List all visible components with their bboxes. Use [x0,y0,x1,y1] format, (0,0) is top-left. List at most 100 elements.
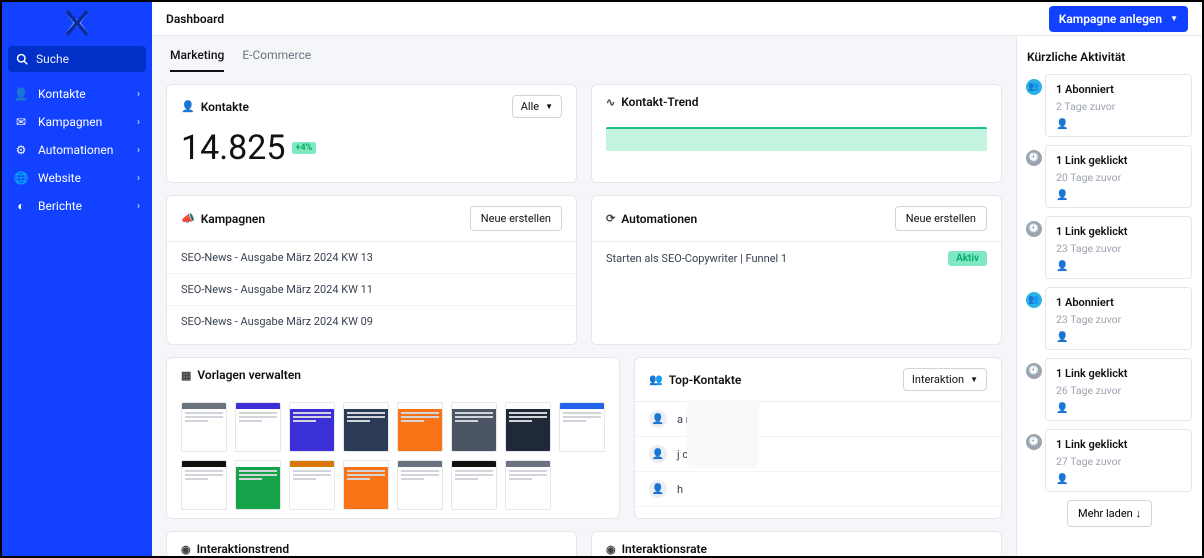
campaign-row[interactable]: SEO-News - Ausgabe März 2024 KW 13 [167,242,576,274]
chart-icon: ◐ [14,199,28,213]
template-thumbnail[interactable] [397,460,443,510]
activity-title: 1 Link geklickt [1056,438,1181,451]
activity-user-icon: 👤 [1056,332,1181,343]
activity-item[interactable]: 🕘1 Link geklickt27 Tage zuvor👤 [1045,429,1192,492]
main: Marketing E-Commerce 👤Kontakte Alle▼ 14.… [152,36,1202,556]
templates-card: ▦Vorlagen verwalten [166,357,620,519]
sidebar-item-berichte[interactable]: ◐Berichte› [2,192,152,220]
activity-title: 1 Abonniert [1056,83,1181,96]
grid-icon: ▦ [181,369,191,382]
campaign-row[interactable]: SEO-News - Ausgabe März 2024 KW 09 [167,306,576,337]
activity-item[interactable]: 🕘1 Link geklickt26 Tage zuvor👤 [1045,358,1192,421]
content: Marketing E-Commerce 👤Kontakte Alle▼ 14.… [152,36,1016,556]
activity-list: 👥1 Abonniert2 Tage zuvor👤 🕘1 Link geklick… [1045,74,1192,492]
activity-item[interactable]: 🕘1 Link geklickt20 Tage zuvor👤 [1045,145,1192,208]
template-thumbnail[interactable] [505,402,551,452]
subscribe-icon: 👥 [1026,292,1042,308]
click-icon: 🕘 [1026,150,1042,166]
search-input[interactable]: Suche [8,46,146,72]
avatar: 👤 [649,480,667,498]
activity-title: 1 Link geklickt [1056,367,1181,380]
tab-ecommerce[interactable]: E-Commerce [242,48,311,72]
topcontacts-title: Top-Kontakte [669,373,742,387]
caret-down-icon: ▼ [545,102,553,111]
sidebar-item-kampagnen[interactable]: ✉Kampagnen› [2,108,152,136]
inter-trend-title: Interaktionstrend [197,542,290,556]
new-campaign-button[interactable]: Neue erstellen [470,206,562,231]
arrow-down-icon: ↓ [1135,507,1141,520]
template-thumbnail[interactable] [505,460,551,510]
templates-grid [167,392,619,518]
template-thumbnail[interactable] [235,402,281,452]
contact-email: h [677,483,683,496]
click-icon: 🕘 [1026,363,1042,379]
activity-time: 23 Tage zuvor [1056,313,1181,326]
tab-marketing[interactable]: Marketing [170,48,224,72]
activity-item[interactable]: 🕘1 Link geklickt23 Tage zuvor👤 [1045,216,1192,279]
automations-card: ⟳Automationen Neue erstellen Starten als… [591,195,1002,345]
create-campaign-label: Kampagne anlegen [1059,12,1162,26]
automation-row[interactable]: Starten als SEO-Copywriter | Funnel 1 Ak… [592,242,1001,275]
template-thumbnail[interactable] [181,460,227,510]
activity-time: 20 Tage zuvor [1056,171,1181,184]
eye-icon: ◉ [181,543,191,556]
header: Dashboard Kampagne anlegen ▼ [152,2,1202,36]
activity-item[interactable]: 👥1 Abonniert2 Tage zuvor👤 [1045,74,1192,137]
create-campaign-button[interactable]: Kampagne anlegen ▼ [1049,6,1188,32]
interaction-trend-card: ◉ Interaktionstrend [166,531,577,556]
subscribe-icon: 👥 [1026,79,1042,95]
load-more-button[interactable]: Mehr laden ↓ [1067,500,1152,527]
redaction-overlay [687,400,759,468]
interaction-rate-card: ◉Interaktionsrate 78% [591,531,1002,556]
template-thumbnail[interactable] [289,402,335,452]
activity-time: 27 Tage zuvor [1056,455,1181,468]
template-thumbnail[interactable] [559,402,605,452]
megaphone-icon: 📣 [181,212,195,225]
sidebar: Suche 👤Kontakte›✉Kampagnen›⚙Automationen… [2,2,152,556]
people-icon: 👥 [649,373,663,386]
template-thumbnail[interactable] [343,460,389,510]
contacts-card: 👤Kontakte Alle▼ 14.825 +4% [166,84,577,183]
caret-down-icon: ▼ [970,375,978,384]
activity-item[interactable]: 👥1 Abonniert23 Tage zuvor👤 [1045,287,1192,350]
sidebar-item-kontakte[interactable]: 👤Kontakte› [2,80,152,108]
new-automation-button[interactable]: Neue erstellen [895,206,987,231]
template-thumbnail[interactable] [451,460,497,510]
template-thumbnail[interactable] [235,460,281,510]
activity-time: 23 Tage zuvor [1056,242,1181,255]
template-thumbnail[interactable] [343,402,389,452]
activity-panel: Kürzliche Aktivität 👥1 Abonniert2 Tage z… [1016,36,1202,556]
page-title: Dashboard [166,12,224,26]
trend-chart [606,127,987,151]
delta-badge: +4% [292,142,317,154]
topcontacts-list: 👤a mail.com👤j com👤h [635,402,1001,507]
campaign-row[interactable]: SEO-News - Ausgabe März 2024 KW 11 [167,274,576,306]
logo [2,2,152,46]
activity-user-icon: 👤 [1056,119,1181,130]
click-icon: 🕘 [1026,434,1042,450]
sidebar-item-automationen[interactable]: ⚙Automationen› [2,136,152,164]
tabs: Marketing E-Commerce [166,46,1002,72]
activity-user-icon: 👤 [1056,190,1181,201]
contacts-value: 14.825 +4% [167,128,576,182]
caret-down-icon: ▼ [1170,14,1178,23]
template-thumbnail[interactable] [289,460,335,510]
topcontacts-filter-select[interactable]: Interaktion▼ [903,368,987,391]
trend-icon: ∿ [606,96,615,109]
template-thumbnail[interactable] [451,402,497,452]
flow-icon: ⚙ [14,143,28,157]
template-thumbnail[interactable] [181,402,227,452]
topcontact-row[interactable]: 👤h [635,472,1001,507]
envelope-icon: ✉ [14,115,28,129]
person-icon: 👤 [14,87,28,101]
status-badge: Aktiv [948,251,987,266]
chevron-right-icon: › [137,173,140,184]
chevron-right-icon: › [137,145,140,156]
contacts-title: Kontakte [201,100,249,114]
sidebar-item-website[interactable]: 🌐Website› [2,164,152,192]
refresh-icon: ⟳ [606,212,615,225]
contacts-filter-select[interactable]: Alle▼ [512,95,562,118]
activity-heading: Kürzliche Aktivität [1027,50,1192,64]
sidebar-item-label: Kampagnen [38,115,102,129]
template-thumbnail[interactable] [397,402,443,452]
